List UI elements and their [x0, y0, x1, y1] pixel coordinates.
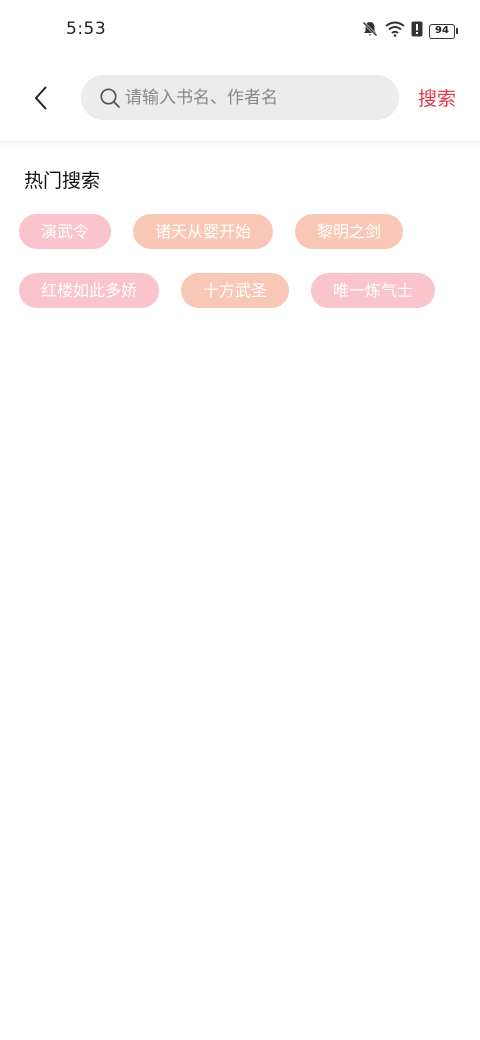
battery-level: 94 [429, 23, 455, 39]
hot-search-tag[interactable]: 黎明之剑 [295, 214, 404, 249]
status-time: 5:53 [66, 19, 107, 39]
search-header: 搜索 [0, 60, 480, 142]
alert-icon [411, 21, 423, 41]
status-bar: 5:53 94 [0, 0, 480, 60]
search-button[interactable]: 搜索 [418, 84, 456, 111]
hot-search-title: 热门搜索 [24, 170, 101, 192]
bell-off-icon [361, 20, 379, 42]
search-box[interactable] [81, 75, 399, 120]
hot-search-tag[interactable]: 十方武圣 [181, 273, 290, 308]
hot-search-tag[interactable]: 红楼如此多娇 [19, 273, 160, 308]
hot-search-tag[interactable]: 唯一炼气士 [311, 273, 436, 308]
hot-search-tag[interactable]: 诸天从婴开始 [133, 214, 274, 249]
search-icon [100, 87, 120, 108]
search-input[interactable] [125, 87, 385, 108]
chevron-left-icon [34, 86, 47, 110]
battery-icon: 94 [429, 23, 458, 39]
hot-search-tags: 演武令 诸天从婴开始 黎明之剑 红楼如此多娇 十方武圣 唯一炼气士 [19, 214, 469, 308]
status-icons: 94 [361, 20, 458, 42]
back-button[interactable] [24, 80, 60, 116]
wifi-icon [385, 21, 405, 41]
hot-search-tag[interactable]: 演武令 [19, 214, 112, 249]
